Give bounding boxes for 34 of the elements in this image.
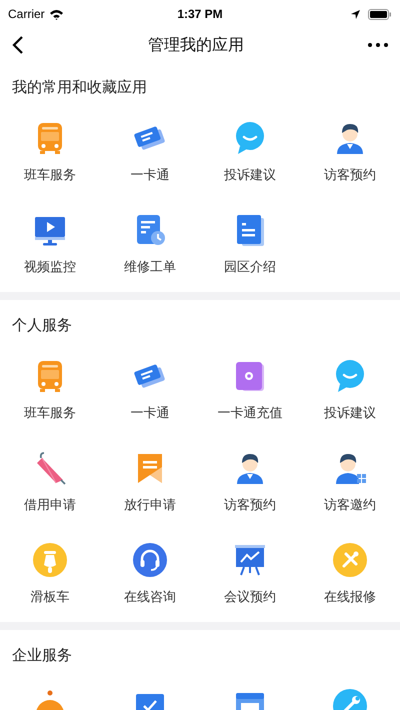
- app-tile[interactable]: 访客预约: [324, 120, 376, 182]
- app-tile[interactable]: 一卡通充值: [218, 358, 282, 420]
- app-tile[interactable]: 维修工单: [124, 212, 176, 274]
- app-tile[interactable]: 班车服务: [24, 358, 76, 420]
- status-time: 1:37 PM: [177, 7, 223, 21]
- app-tile[interactable]: 会议预约: [224, 542, 276, 604]
- app-tile[interactable]: 借用申请: [24, 450, 76, 512]
- page-title: 管理我的应用: [147, 36, 245, 56]
- app-tile[interactable]: 访客邀约: [324, 450, 376, 512]
- app-tile[interactable]: 一卡通: [130, 120, 170, 182]
- scooter-icon: [32, 542, 68, 578]
- app-tile[interactable]: 放行申请: [124, 450, 176, 512]
- battery-icon: [368, 8, 392, 20]
- app-tile[interactable]: 在线咨询: [124, 542, 176, 604]
- more-icon[interactable]: [368, 43, 388, 47]
- section-title: 个人服务: [12, 316, 73, 336]
- location-arrow-icon: [351, 10, 360, 18]
- app-tile[interactable]: 投诉建议: [224, 120, 276, 182]
- app-tile[interactable]: 访客预约: [224, 450, 276, 512]
- chart-board-icon: [232, 542, 268, 578]
- app-tile[interactable]: 视频监控: [24, 212, 76, 274]
- back-icon[interactable]: [12, 35, 24, 55]
- section-title: 企业服务: [12, 646, 73, 666]
- app-tile[interactable]: 一卡通: [130, 358, 170, 420]
- app-tile[interactable]: 班车服务: [24, 120, 76, 182]
- carrier-name: Carrier: [8, 7, 45, 21]
- app-tile[interactable]: 在线报修: [324, 542, 376, 604]
- tools-icon: [332, 542, 368, 578]
- headset-icon: [132, 542, 168, 578]
- app-tile[interactable]: 滑板车: [30, 542, 70, 604]
- app-tile[interactable]: 园区介绍: [224, 212, 276, 274]
- section-title: 我的常用和收藏应用: [12, 78, 148, 98]
- app-tile[interactable]: 投诉建议: [324, 358, 376, 420]
- wifi-icon: [48, 8, 64, 20]
